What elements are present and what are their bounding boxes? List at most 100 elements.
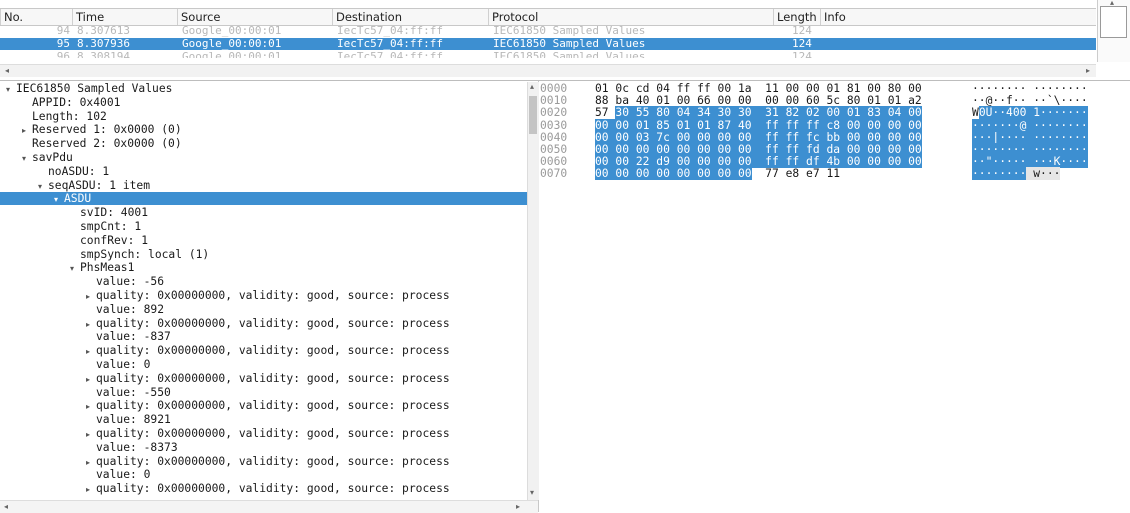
tree-node[interactable]: ▾ savPdu <box>0 151 527 164</box>
details-vertical-scrollbar[interactable]: ▴ ▾ <box>527 82 539 500</box>
tree-node[interactable]: ▾ PhsMeas1 <box>0 261 527 274</box>
scrollbar-thumb[interactable] <box>529 96 537 134</box>
collapse-arrow-icon[interactable]: ▾ <box>6 83 16 96</box>
column-header-info[interactable]: Info <box>820 9 1096 25</box>
tree-node-label: value: -56 <box>96 275 165 289</box>
tree-node[interactable]: value: -56 <box>0 275 527 288</box>
packet-protocol: IEC61850 Sampled Values <box>493 24 646 37</box>
tree-node[interactable]: ▾ IEC61850 Sampled Values <box>0 82 527 95</box>
tree-node[interactable]: ▸ quality: 0x00000000, validity: good, so… <box>0 455 527 468</box>
expand-arrow-icon[interactable]: ▸ <box>86 318 96 331</box>
ascii-dump[interactable]: W0U··400 1······· <box>972 106 1088 120</box>
hex-bytes[interactable]: 00 00 00 00 00 00 00 00 ff ff fd da 00 0… <box>595 143 922 156</box>
hex-bytes[interactable]: 00 00 00 00 00 00 00 00 77 e8 e7 11 <box>595 167 840 181</box>
expand-arrow-icon[interactable]: ▸ <box>86 400 96 413</box>
packet-row[interactable]: 94 8.307613 Google_00:00:01 IecTc57_04:ff:f… <box>0 25 1096 37</box>
packet-number: 94 <box>56 24 70 37</box>
tree-node[interactable]: ▸ quality: 0x00000000, validity: good, so… <box>0 372 527 385</box>
collapse-arrow-icon[interactable]: ▾ <box>38 180 48 193</box>
tree-node[interactable]: APPID: 0x4001 <box>0 96 527 109</box>
tree-node[interactable]: svID: 4001 <box>0 206 527 219</box>
packet-list-horizontal-scrollbar[interactable]: ◂ ▸ <box>0 64 1096 77</box>
hex-bytes[interactable]: 00 00 22 d9 00 00 00 00 ff ff df 4b 00 0… <box>595 155 922 169</box>
tree-node[interactable]: Length: 102 <box>0 110 527 123</box>
tree-node[interactable]: value: -8373 <box>0 441 527 454</box>
packet-row[interactable]: 95 8.307936 Google_00:00:01 IecTc57_04:ff:f… <box>0 38 1096 50</box>
tree-node[interactable]: ▸ quality: 0x00000000, validity: good, so… <box>0 317 527 330</box>
packet-source: Google_00:00:01 <box>182 24 282 37</box>
expand-arrow-icon[interactable]: ▸ <box>22 124 32 137</box>
expand-arrow-icon[interactable]: ▸ <box>86 456 96 469</box>
tree-node[interactable]: smpCnt: 1 <box>0 220 527 233</box>
ascii-dump[interactable]: ········ ········ <box>972 143 1088 156</box>
scrollbar-thumb[interactable] <box>1100 6 1127 38</box>
tree-node[interactable]: ▸ quality: 0x00000000, validity: good, so… <box>0 399 527 412</box>
scroll-down-arrow-icon[interactable]: ▾ <box>530 488 534 497</box>
hex-row: 0070 00 00 00 00 00 00 00 00 77 e8 e7 11 ·… <box>540 167 1130 181</box>
tree-node-label: APPID: 0x4001 <box>32 95 121 109</box>
tree-node[interactable]: ▸ quality: 0x00000000, validity: good, so… <box>0 344 527 357</box>
tree-node[interactable]: ▸ quality: 0x00000000, validity: good, so… <box>0 482 527 495</box>
details-horizontal-scrollbar[interactable]: ◂ ▸ <box>0 500 538 513</box>
hex-bytes[interactable]: 88 ba 40 01 00 66 00 00 00 00 60 5c 80 0… <box>595 95 922 107</box>
hex-row: 0020 57 30 55 80 04 34 30 30 31 82 02 00 … <box>540 106 1130 120</box>
tree-node[interactable]: ▾ ASDU <box>0 192 527 206</box>
expand-arrow-icon[interactable]: ▸ <box>86 373 96 386</box>
packet-list-vertical-scrollbar[interactable]: ▴ <box>1097 0 1130 62</box>
hex-bytes[interactable]: 00 00 03 7c 00 00 00 00 ff ff fc bb 00 0… <box>595 130 922 144</box>
expand-arrow-icon[interactable]: ▸ <box>86 345 96 358</box>
ascii-dump[interactable]: ········ w··· <box>972 167 1061 181</box>
tree-node[interactable]: ▸ quality: 0x00000000, validity: good, so… <box>0 289 527 302</box>
tree-node[interactable]: value: 0 <box>0 358 527 371</box>
tree-node[interactable]: Reserved 2: 0x0000 (0) <box>0 137 527 150</box>
scroll-up-arrow-icon[interactable]: ▴ <box>530 82 534 91</box>
ascii-dump[interactable]: ·······@ ········ <box>972 118 1088 132</box>
expand-arrow-icon[interactable]: ▸ <box>86 428 96 441</box>
hex-bytes[interactable]: 57 30 55 80 04 34 30 30 31 82 02 00 01 8… <box>595 106 922 120</box>
hex-row: 0000 01 0c cd 04 ff ff 00 1a 11 00 00 01 … <box>540 83 1130 95</box>
scroll-left-arrow-icon[interactable]: ◂ <box>4 502 8 511</box>
column-header-source[interactable]: Source <box>177 9 332 25</box>
collapse-arrow-icon[interactable]: ▾ <box>22 152 32 165</box>
ascii-dump[interactable]: ··@··f·· ··`\···· <box>972 95 1088 107</box>
expand-arrow-icon[interactable]: ▸ <box>86 290 96 303</box>
scroll-right-arrow-icon[interactable]: ▸ <box>516 502 520 511</box>
hex-bytes[interactable]: 00 00 01 85 01 01 87 40 ff ff ff c8 00 0… <box>595 118 922 132</box>
hex-bytes[interactable]: 01 0c cd 04 ff ff 00 1a 11 00 00 01 81 0… <box>595 83 922 95</box>
tree-node[interactable]: value: 8921 <box>0 413 527 426</box>
tree-node[interactable]: ▸ Reserved 1: 0x0000 (0) <box>0 123 527 136</box>
column-header-protocol[interactable]: Protocol <box>488 9 773 25</box>
scroll-up-arrow-icon[interactable]: ▴ <box>1110 0 1114 7</box>
column-header-time[interactable]: Time <box>72 9 177 25</box>
tree-node[interactable]: value: -837 <box>0 330 527 343</box>
column-header-length[interactable]: Length <box>773 9 820 25</box>
tree-node[interactable]: value: 892 <box>0 303 527 316</box>
tree-node-label: Reserved 1: 0x0000 (0) <box>32 123 182 137</box>
packet-row[interactable]: 96 8.308194 Google_00:00:01 IecTc57_04:ff:f… <box>0 51 1096 58</box>
tree-node-label: svID: 4001 <box>80 206 149 220</box>
scroll-right-arrow-icon[interactable]: ▸ <box>1086 66 1090 75</box>
collapse-arrow-icon[interactable]: ▾ <box>70 262 80 275</box>
tree-node[interactable]: smpSynch: local (1) <box>0 248 527 261</box>
column-header-destination[interactable]: Destination <box>332 9 488 25</box>
tree-node[interactable]: ▸ quality: 0x00000000, validity: good, so… <box>0 427 527 440</box>
ascii-dump[interactable]: ···|···· ········ <box>972 130 1088 144</box>
packet-details-tree: ▾ IEC61850 Sampled Values APPID: 0x4001 Len… <box>0 81 539 513</box>
tree-node[interactable]: noASDU: 1 <box>0 165 527 178</box>
tree-node[interactable]: value: 0 <box>0 468 527 481</box>
tree-node[interactable]: confRev: 1 <box>0 234 527 247</box>
packet-number: 96 <box>56 51 70 58</box>
tree-node-label: noASDU: 1 <box>48 164 110 178</box>
scroll-left-arrow-icon[interactable]: ◂ <box>5 66 9 75</box>
collapse-arrow-icon[interactable]: ▾ <box>54 193 64 206</box>
column-header-no[interactable]: No. <box>0 9 72 25</box>
hex-row: 0010 88 ba 40 01 00 66 00 00 00 00 60 5c … <box>540 95 1130 107</box>
ascii-dump[interactable]: ··"····· ···K···· <box>972 155 1088 169</box>
tree-node[interactable]: ▾ seqASDU: 1 item <box>0 179 527 192</box>
packet-source: Google_00:00:01 <box>182 37 282 50</box>
ascii-dump[interactable]: ········ ········ <box>972 83 1088 95</box>
tree-node[interactable]: value: -550 <box>0 386 527 399</box>
byte-offset: 0050 <box>540 143 568 156</box>
tree-node-label: quality: 0x00000000, validity: good, sou… <box>96 289 450 302</box>
expand-arrow-icon[interactable]: ▸ <box>86 483 96 496</box>
